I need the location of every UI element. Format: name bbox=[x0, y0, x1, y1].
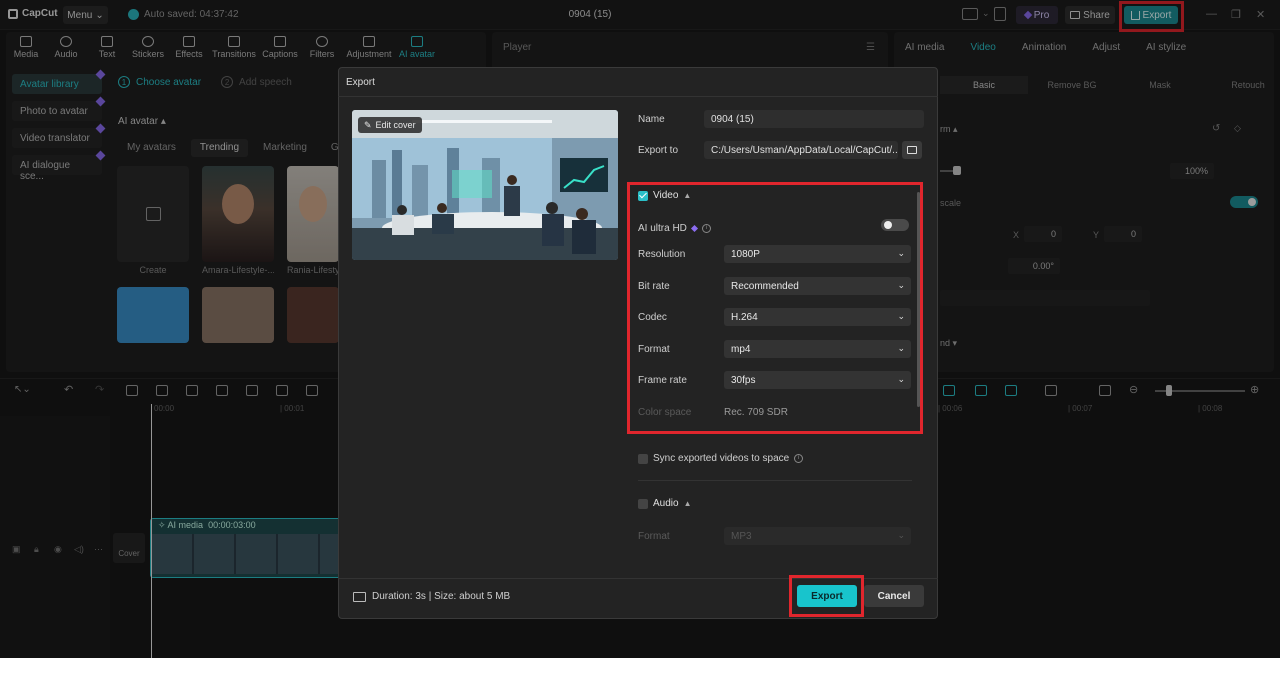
export-dialog-title: Export bbox=[346, 77, 375, 88]
audio-format-label: Format bbox=[638, 531, 670, 542]
audio-checkbox[interactable] bbox=[638, 498, 648, 509]
film-icon bbox=[353, 591, 366, 602]
capcut-app: CapCut Menu ⌄ Auto saved: 04:37:42 0904 … bbox=[0, 0, 1280, 658]
audio-section-header[interactable]: Audio ▲ bbox=[638, 498, 692, 509]
cancel-button[interactable]: Cancel bbox=[864, 585, 924, 607]
audio-format-select[interactable]: MP3 ⌄ bbox=[724, 527, 911, 545]
audio-section-label: Audio bbox=[653, 498, 679, 509]
edit-cover-button[interactable]: ✎ Edit cover bbox=[358, 117, 422, 133]
caret-up-icon: ▲ bbox=[683, 499, 692, 508]
export-to-label: Export to bbox=[638, 145, 679, 156]
export-info: Duration: 3s | Size: about 5 MB bbox=[353, 591, 510, 602]
folder-icon bbox=[907, 146, 917, 154]
video-settings-highlight-box bbox=[627, 182, 923, 434]
name-label: Name bbox=[638, 114, 665, 125]
chevron-down-icon: ⌄ bbox=[897, 530, 905, 540]
audio-format-value: MP3 bbox=[731, 531, 752, 542]
section-divider bbox=[638, 480, 912, 481]
export-button-highlight-box bbox=[789, 575, 864, 617]
folder-browse-button[interactable] bbox=[902, 141, 922, 159]
sync-row: Sync exported videos to space i bbox=[638, 453, 804, 464]
info-icon[interactable]: i bbox=[794, 454, 804, 463]
edit-cover-label: Edit cover bbox=[375, 120, 416, 130]
export-path-input[interactable]: C:/Users/Usman/AppData/Local/CapCut/... bbox=[704, 141, 898, 159]
name-input[interactable]: 0904 (15) bbox=[704, 110, 924, 128]
sync-checkbox[interactable] bbox=[638, 453, 648, 464]
export-dialog-header bbox=[338, 67, 938, 97]
sync-label: Sync exported videos to space bbox=[653, 453, 790, 464]
edit-pencil-icon: ✎ bbox=[364, 119, 372, 130]
export-info-text: Duration: 3s | Size: about 5 MB bbox=[372, 591, 511, 602]
